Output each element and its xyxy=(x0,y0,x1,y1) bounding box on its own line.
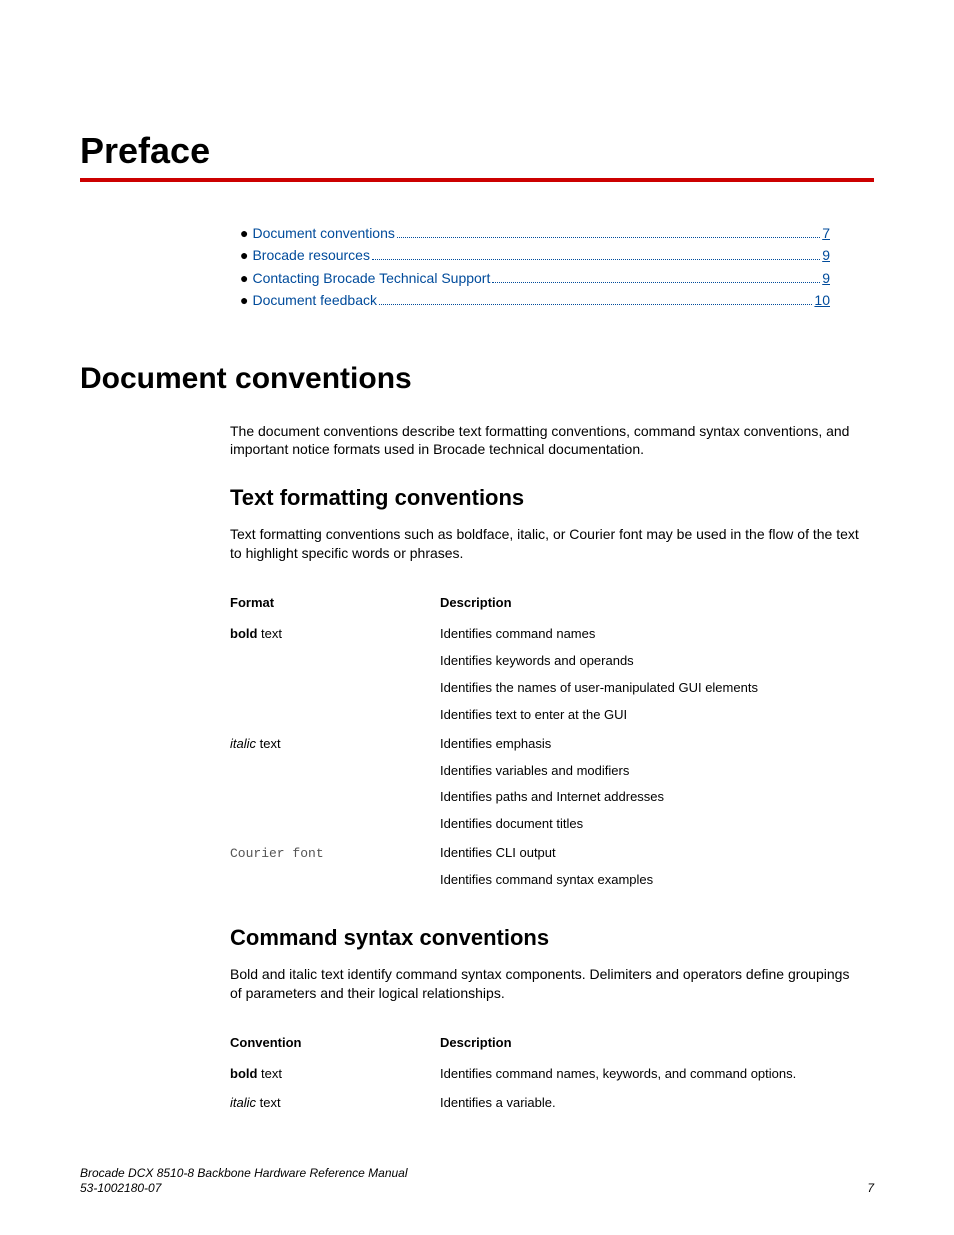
toc-page-number[interactable]: 10 xyxy=(814,289,830,311)
subsection-title-command-syntax: Command syntax conventions xyxy=(230,925,864,951)
footer-page-number: 7 xyxy=(867,1181,874,1197)
format-suffix: text xyxy=(257,626,282,641)
table-header-row: Convention Description xyxy=(230,1029,864,1060)
table-row: italic text Identifies emphasis Identifi… xyxy=(230,730,864,840)
toc-page-number[interactable]: 7 xyxy=(822,222,830,244)
footer-left: Brocade DCX 8510-8 Backbone Hardware Ref… xyxy=(80,1166,408,1197)
description-line: Identifies CLI output xyxy=(440,845,854,862)
cell-description: Identifies command names Identifies keyw… xyxy=(440,620,864,730)
toc-link-document-feedback[interactable]: Document feedback xyxy=(252,289,377,311)
format-suffix: text xyxy=(257,1066,282,1081)
toc-leader-dots xyxy=(397,237,820,238)
cell-description: Identifies emphasis Identifies variables… xyxy=(440,730,864,840)
table-row: italic text Identifies a variable. xyxy=(230,1089,864,1118)
toc-entry: ● Document conventions 7 xyxy=(240,222,830,244)
chapter-title: Preface xyxy=(80,130,874,172)
cell-format: Courier font xyxy=(230,839,440,895)
cell-description: Identifies command names, keywords, and … xyxy=(440,1060,864,1089)
toc-entry: ● Document feedback 10 xyxy=(240,289,830,311)
description-line: Identifies the names of user-manipulated… xyxy=(440,680,854,697)
toc-bullet-icon: ● xyxy=(240,289,248,311)
description-line: Identifies paths and Internet addresses xyxy=(440,789,854,806)
table-of-contents: ● Document conventions 7 ● Brocade resou… xyxy=(240,222,830,312)
description-line: Identifies command names xyxy=(440,626,854,643)
description-line: Identifies variables and modifiers xyxy=(440,763,854,780)
cell-description: Identifies CLI output Identifies command… xyxy=(440,839,864,895)
cell-format: italic text xyxy=(230,730,440,840)
toc-entry: ● Brocade resources 9 xyxy=(240,244,830,266)
text-formatting-table: Format Description bold text Identifies … xyxy=(230,589,864,895)
format-bold-label: bold xyxy=(230,1066,257,1081)
toc-bullet-icon: ● xyxy=(240,244,248,266)
format-suffix: text xyxy=(256,1095,281,1110)
format-italic-label: italic xyxy=(230,1095,256,1110)
description-line: Identifies document titles xyxy=(440,816,854,833)
th-description: Description xyxy=(440,1029,864,1060)
toc-leader-dots xyxy=(372,259,820,260)
toc-entry: ● Contacting Brocade Technical Support 9 xyxy=(240,267,830,289)
subsection-intro: Text formatting conventions such as bold… xyxy=(230,525,864,563)
subsection-title-text-formatting: Text formatting conventions xyxy=(230,485,864,511)
toc-page-number[interactable]: 9 xyxy=(822,267,830,289)
cell-description: Identifies a variable. xyxy=(440,1089,864,1118)
section-title-document-conventions: Document conventions xyxy=(80,362,874,396)
toc-bullet-icon: ● xyxy=(240,267,248,289)
cell-convention: italic text xyxy=(230,1089,440,1118)
th-format: Format xyxy=(230,589,440,620)
footer-doc-number: 53-1002180-07 xyxy=(80,1181,408,1197)
toc-page-number[interactable]: 9 xyxy=(822,244,830,266)
cell-format: bold text xyxy=(230,620,440,730)
th-description: Description xyxy=(440,589,864,620)
description-line: Identifies command syntax examples xyxy=(440,872,854,889)
toc-link-contacting-support[interactable]: Contacting Brocade Technical Support xyxy=(252,267,490,289)
cell-convention: bold text xyxy=(230,1060,440,1089)
description-line: Identifies keywords and operands xyxy=(440,653,854,670)
format-italic-label: italic xyxy=(230,736,256,751)
toc-link-brocade-resources[interactable]: Brocade resources xyxy=(252,244,370,266)
table-row: bold text Identifies command names Ident… xyxy=(230,620,864,730)
toc-leader-dots xyxy=(379,304,812,305)
th-convention: Convention xyxy=(230,1029,440,1060)
description-line: Identifies emphasis xyxy=(440,736,854,753)
page-footer: Brocade DCX 8510-8 Backbone Hardware Ref… xyxy=(80,1166,874,1197)
format-suffix: text xyxy=(256,736,281,751)
description-line: Identifies text to enter at the GUI xyxy=(440,707,854,724)
format-bold-label: bold xyxy=(230,626,257,641)
toc-link-document-conventions[interactable]: Document conventions xyxy=(252,222,394,244)
footer-doc-title: Brocade DCX 8510-8 Backbone Hardware Ref… xyxy=(80,1166,408,1182)
toc-leader-dots xyxy=(492,282,820,283)
section-intro: The document conventions describe text f… xyxy=(230,422,864,460)
table-row: Courier font Identifies CLI output Ident… xyxy=(230,839,864,895)
command-syntax-table: Convention Description bold text Identif… xyxy=(230,1029,864,1118)
subsection-intro: Bold and italic text identify command sy… xyxy=(230,965,864,1003)
toc-bullet-icon: ● xyxy=(240,222,248,244)
format-courier-label: Courier font xyxy=(230,846,324,861)
chapter-rule xyxy=(80,178,874,182)
table-header-row: Format Description xyxy=(230,589,864,620)
table-row: bold text Identifies command names, keyw… xyxy=(230,1060,864,1089)
